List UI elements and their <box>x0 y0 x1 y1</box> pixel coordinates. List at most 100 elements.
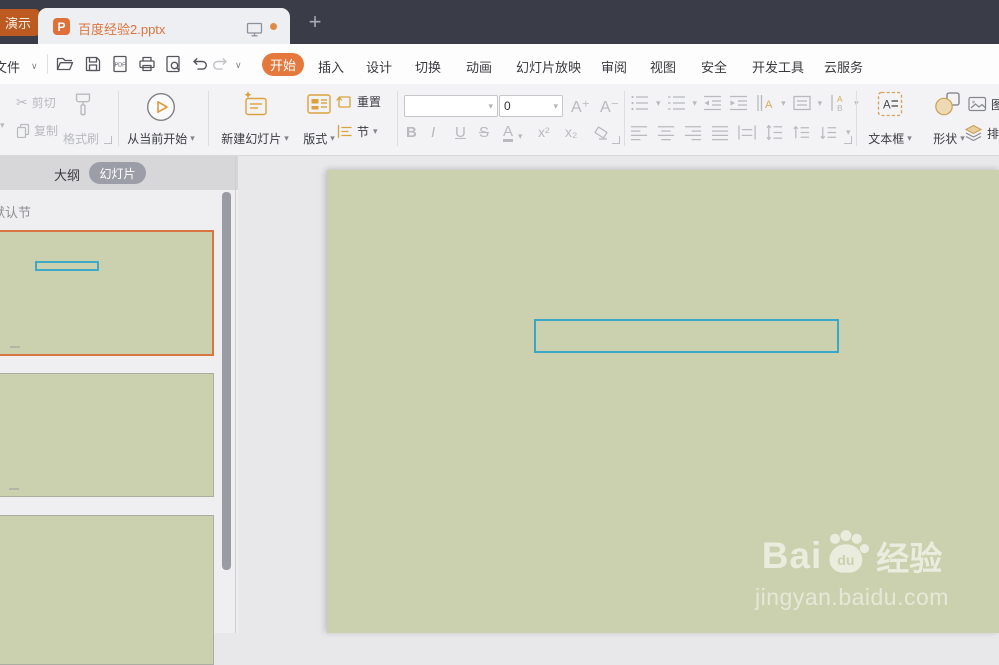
slide-thumbnail-3[interactable] <box>0 515 214 665</box>
thumbnail-footer-mark <box>10 346 20 348</box>
watermark-brand-row: Bai du 经验 <box>727 530 977 582</box>
new-slide-icon[interactable] <box>242 90 270 118</box>
paragraph-row-2: ▾ <box>630 123 851 142</box>
new-slide-button[interactable]: 新建幻灯片 ▾ <box>212 130 298 147</box>
svg-text:A: A <box>765 99 773 111</box>
reset-label: 重置 <box>357 95 382 109</box>
thumbnail-text-box-outline <box>35 261 99 271</box>
thumbnail-footer-mark <box>9 488 19 490</box>
watermark: Bai du 经验 jingyan.baidu.com <box>727 530 977 611</box>
layout-label: 版式 <box>303 132 328 146</box>
text-box-icon[interactable]: A <box>877 91 903 117</box>
quickbar-caret-icon[interactable]: ∨ <box>235 60 242 71</box>
insert-picture-button[interactable]: 图 <box>968 95 999 113</box>
menu-tab-slideshow[interactable]: 幻灯片放映 <box>516 57 581 76</box>
baidu-paw-icon: du <box>829 530 870 573</box>
menu-tab-design[interactable]: 设计 <box>366 57 392 76</box>
menu-tab-security[interactable]: 安全 <box>701 57 727 76</box>
font-size-select[interactable]: 0 ▾ <box>499 95 563 117</box>
shrink-font-button: A⁻ <box>600 99 620 116</box>
clipboard-dialog-launcher <box>104 136 112 144</box>
dropdown-caret-icon: ▾ <box>781 97 786 108</box>
arrange-button[interactable]: 排 <box>964 124 999 142</box>
menu-tab-insert[interactable]: 插入 <box>318 57 344 76</box>
play-from-current-button[interactable]: 从当前开始 ▾ <box>118 130 204 147</box>
paragraph-dialog-launcher <box>844 136 852 144</box>
format-painter-icon <box>75 93 91 116</box>
present-monitor-icon[interactable] <box>246 21 263 38</box>
slide-workspace: Bai du 经验 jingyan.baidu.com <box>238 156 999 633</box>
ribbon: ▾ ✂ 剪切 复制 格式刷 从当前开始 ▾ 新建幻灯片 ▾ 版式 ▾ 重置 节 … <box>0 84 999 156</box>
save-icon[interactable] <box>83 54 103 74</box>
scissors-icon: ✂ <box>16 94 28 110</box>
subscript-button: x₂ <box>565 124 578 140</box>
dropdown-caret-icon: ▾ <box>488 100 493 111</box>
dropdown-caret-icon: ▾ <box>284 133 289 143</box>
menu-tab-view[interactable]: 视图 <box>650 57 676 76</box>
menu-tab-start[interactable]: 开始 <box>262 53 304 76</box>
shapes-icon[interactable] <box>934 91 961 117</box>
underline-button: U <box>455 124 466 141</box>
font-size-value: 0 <box>504 99 511 113</box>
play-from-current-label: 从当前开始 <box>127 132 188 146</box>
section-header: 默认节 <box>0 205 32 220</box>
tab-outline[interactable]: 大纲 <box>54 165 80 184</box>
align-right-icon <box>684 126 702 141</box>
ribbon-divider <box>397 91 398 146</box>
new-tab-button[interactable]: + <box>302 11 328 35</box>
sidebar-scrollbar[interactable] <box>222 192 231 570</box>
grow-font-button: A⁺ <box>571 99 591 116</box>
menu-tab-cloud[interactable]: 云服务 <box>824 57 863 76</box>
slide-text-box[interactable] <box>534 319 839 353</box>
align-center-icon <box>657 126 675 141</box>
document-tab[interactable]: P 百度经验2.pptx <box>38 8 290 44</box>
play-from-current-icon[interactable] <box>146 92 176 122</box>
undo-icon[interactable] <box>189 54 209 74</box>
align-text-box-icon <box>792 95 811 111</box>
watermark-jingyan-text: 经验 <box>876 540 943 577</box>
menu-tab-animation[interactable]: 动画 <box>466 57 492 76</box>
svg-text:A: A <box>883 100 891 112</box>
open-file-icon[interactable] <box>55 54 75 74</box>
app-menu-button[interactable]: 演示 <box>0 9 40 36</box>
menu-tab-review[interactable]: 审阅 <box>601 57 627 76</box>
slide-thumbnail-2[interactable] <box>0 373 214 497</box>
section-button[interactable]: 节 ▾ <box>336 123 378 140</box>
distribute-text-icon <box>738 125 756 140</box>
dropdown-caret-icon: ▾ <box>692 97 698 108</box>
justify-icon <box>711 126 729 141</box>
print-icon[interactable] <box>137 54 157 74</box>
tab-slides[interactable]: 幻灯片 <box>89 162 146 184</box>
dropdown-caret-icon: ▾ <box>190 133 195 143</box>
menu-tab-start-label: 开始 <box>269 58 296 73</box>
decrease-indent-icon <box>704 95 722 111</box>
export-pdf-icon[interactable]: PDF <box>110 54 130 74</box>
tab-slides-label: 幻灯片 <box>99 166 136 181</box>
copy-icon <box>16 123 30 138</box>
copy-button: 复制 <box>16 122 58 139</box>
bullet-list-icon <box>631 95 648 111</box>
dropdown-caret-icon: ▾ <box>817 97 823 108</box>
font-dialog-launcher <box>612 136 620 144</box>
menu-tab-transition[interactable]: 切换 <box>415 57 441 76</box>
menu-divider <box>47 54 48 74</box>
svg-text:B: B <box>837 103 843 113</box>
redo-icon <box>213 58 227 70</box>
text-box-button[interactable]: 文本框 ▾ <box>860 130 920 147</box>
arrange-layers-icon <box>964 124 983 142</box>
menu-file[interactable]: 文件 <box>0 57 20 76</box>
vertical-text-icon: A B <box>831 94 843 113</box>
picture-label: 图 <box>991 97 999 112</box>
cut-button: ✂ 剪切 <box>16 94 56 111</box>
print-preview-icon[interactable] <box>163 54 183 74</box>
align-left-icon <box>630 126 648 141</box>
dropdown-caret-icon: ▾ <box>373 126 378 136</box>
reset-button[interactable]: 重置 <box>336 93 381 110</box>
slide-thumbnail-1-selected[interactable] <box>0 230 214 356</box>
menu-tab-devtools[interactable]: 开发工具 <box>752 57 804 76</box>
font-name-select[interactable]: ▾ <box>404 95 498 117</box>
dropdown-caret-icon: ▾ <box>907 133 912 143</box>
slide-layout-icon[interactable] <box>306 91 332 117</box>
reset-icon <box>336 96 351 108</box>
slide-canvas[interactable]: Bai du 经验 jingyan.baidu.com <box>327 170 999 633</box>
